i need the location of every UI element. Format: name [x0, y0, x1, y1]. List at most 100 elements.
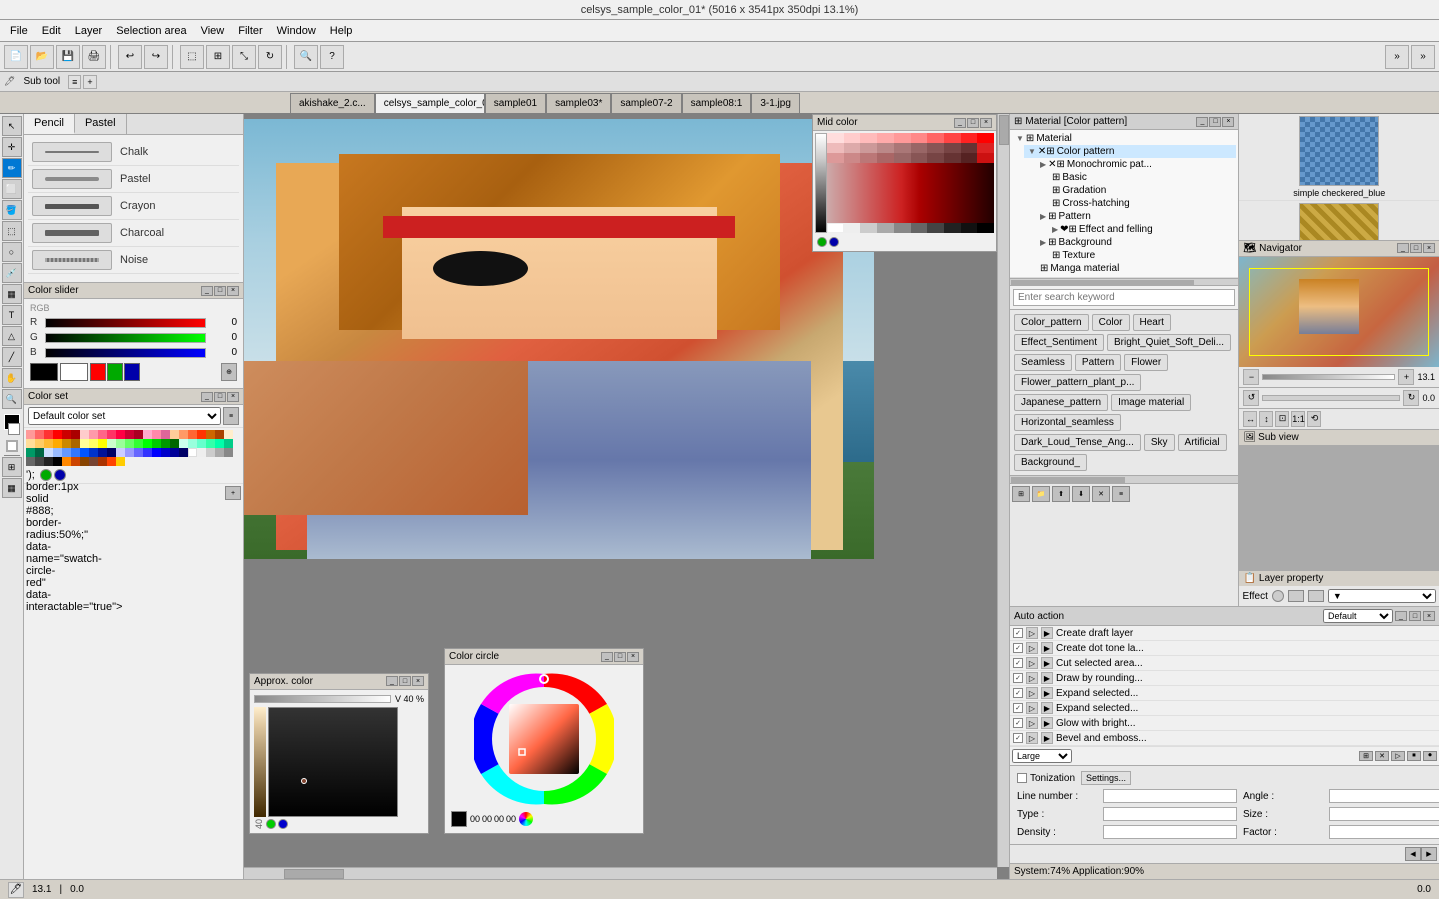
cs-cell[interactable] — [62, 439, 71, 448]
tag-flower-pattern[interactable]: Flower_pattern_plant_p... — [1014, 374, 1141, 391]
mc-cell[interactable] — [877, 153, 894, 163]
approx-dot-blue[interactable] — [278, 819, 288, 829]
mc-cell[interactable] — [961, 223, 978, 233]
thumb-item-2[interactable]: simple checkered_yellow — [1239, 201, 1439, 240]
mc-cell[interactable] — [894, 223, 911, 233]
cs-cell[interactable] — [125, 448, 134, 457]
cs-cell[interactable] — [80, 457, 89, 466]
cs-cell[interactable] — [224, 448, 233, 457]
cs-min-btn[interactable]: _ — [201, 392, 213, 402]
cs-cell[interactable] — [215, 439, 224, 448]
mc-cell[interactable] — [977, 223, 994, 233]
effect-pattern-btn[interactable] — [1308, 590, 1324, 602]
cs-cell[interactable] — [62, 448, 71, 457]
swatch-white[interactable] — [60, 363, 88, 381]
mc-cell[interactable] — [944, 133, 961, 143]
aa-tool-2[interactable]: ✕ — [1375, 751, 1389, 761]
cs-cell[interactable] — [71, 457, 80, 466]
mc-cell[interactable] — [860, 153, 877, 163]
toolbar-open[interactable]: 📂 — [30, 45, 54, 69]
mc-cell[interactable] — [977, 153, 994, 163]
swatch-black[interactable] — [30, 363, 58, 381]
toolbar-zoom[interactable]: 🔍 — [294, 45, 318, 69]
mc-cell[interactable] — [911, 153, 928, 163]
tool-extra1[interactable]: ⊞ — [2, 457, 22, 477]
approx-v-slider[interactable] — [254, 695, 391, 703]
aa-check-7[interactable] — [1013, 718, 1023, 728]
canvas-scrollbar-h[interactable] — [244, 867, 997, 879]
red-slider[interactable] — [45, 318, 206, 328]
tree-effect[interactable]: ▶ ❤⊞ Effect and felling — [1048, 223, 1236, 236]
nav-flip-h[interactable]: ↔ — [1243, 411, 1257, 427]
aa-rec-2[interactable]: ▶ — [1041, 642, 1053, 654]
tag-bright[interactable]: Bright_Quiet_Soft_Deli... — [1107, 334, 1231, 351]
cs-cell[interactable] — [53, 430, 62, 439]
cs-cell[interactable] — [71, 448, 80, 457]
mc-cell[interactable] — [894, 133, 911, 143]
aa-check-8[interactable] — [1013, 733, 1023, 743]
cs-cell[interactable] — [206, 430, 215, 439]
aa-tool-4[interactable]: ⏹ — [1407, 751, 1421, 761]
aa-close-btn[interactable]: × — [1423, 611, 1435, 621]
color-wheel-container[interactable] — [449, 669, 639, 809]
nav-angle-left-btn[interactable]: ↺ — [1243, 390, 1259, 406]
cs-cell[interactable] — [89, 448, 98, 457]
mat-max-btn[interactable]: □ — [1209, 117, 1221, 127]
tree-pattern[interactable]: ▶ ⊞ Pattern — [1036, 210, 1236, 223]
mc-close-btn[interactable]: × — [980, 118, 992, 128]
brush-item-chalk[interactable]: Chalk — [28, 139, 239, 166]
tag-color[interactable]: Color — [1092, 314, 1130, 331]
cs-cell[interactable] — [80, 439, 89, 448]
cs-cell[interactable] — [125, 439, 134, 448]
cs-cell[interactable] — [71, 439, 80, 448]
tree-gradation[interactable]: ⊞ Gradation — [1048, 184, 1236, 197]
color-wheel-svg[interactable] — [474, 669, 614, 809]
nav-fit[interactable]: ⊡ — [1275, 411, 1289, 427]
aa-play-7[interactable]: ▷ — [1026, 717, 1038, 729]
mc-cell[interactable] — [894, 153, 911, 163]
cs-cell[interactable] — [116, 457, 125, 466]
aa-check-2[interactable] — [1013, 643, 1023, 653]
aa-play-8[interactable]: ▷ — [1026, 732, 1038, 744]
mc-cell[interactable] — [977, 143, 994, 153]
cs-cell[interactable] — [44, 448, 53, 457]
cs-cell[interactable] — [197, 439, 206, 448]
mat-min-btn[interactable]: _ — [1196, 117, 1208, 127]
tool-cursor[interactable]: ↖ — [2, 116, 22, 136]
toolbar-scale[interactable]: ⤡ — [232, 45, 256, 69]
aa-tool-3[interactable]: ▷ — [1391, 751, 1405, 761]
sub-tool-btn1[interactable]: ≡ — [68, 75, 81, 89]
angle-input[interactable] — [1329, 789, 1439, 803]
brush-item-noise[interactable]: Noise — [28, 247, 239, 274]
cs-cell[interactable] — [224, 439, 233, 448]
type-input[interactable] — [1103, 807, 1237, 821]
cs-cell[interactable] — [89, 439, 98, 448]
tag-flower[interactable]: Flower — [1124, 354, 1168, 371]
cs-cell[interactable] — [143, 448, 152, 457]
cs-cell[interactable] — [35, 430, 44, 439]
cs-cell[interactable] — [134, 439, 143, 448]
cs-cell[interactable] — [161, 448, 170, 457]
cs-cell[interactable] — [206, 439, 215, 448]
cc-fg-swatch[interactable] — [451, 811, 467, 827]
cs-cell[interactable] — [44, 430, 53, 439]
mat-tool-btn4[interactable]: ⬇ — [1072, 486, 1090, 502]
cs-cell[interactable] — [125, 430, 134, 439]
swatch-green[interactable] — [107, 363, 123, 381]
mc-cell[interactable] — [944, 143, 961, 153]
cs-cell[interactable] — [53, 457, 62, 466]
aa-rec-1[interactable]: ▶ — [1041, 627, 1053, 639]
mc-cell[interactable] — [927, 223, 944, 233]
mc-cell[interactable] — [894, 143, 911, 153]
cs-cell[interactable] — [107, 430, 116, 439]
canvas-drawing-area[interactable] — [244, 119, 874, 559]
thumb-item-1[interactable]: simple checkered_blue — [1239, 114, 1439, 201]
tool-eyedropper[interactable]: 💉 — [2, 263, 22, 283]
canvas-scrollbar-v[interactable] — [997, 114, 1009, 867]
menu-layer[interactable]: Layer — [69, 23, 109, 39]
mc-cell[interactable] — [961, 133, 978, 143]
cs-cell[interactable] — [44, 457, 53, 466]
tree-color-pattern[interactable]: ▼ ✕⊞ Color pattern — [1024, 145, 1236, 158]
ac-min-btn[interactable]: _ — [386, 676, 398, 686]
effect-toggle[interactable] — [1272, 590, 1284, 602]
